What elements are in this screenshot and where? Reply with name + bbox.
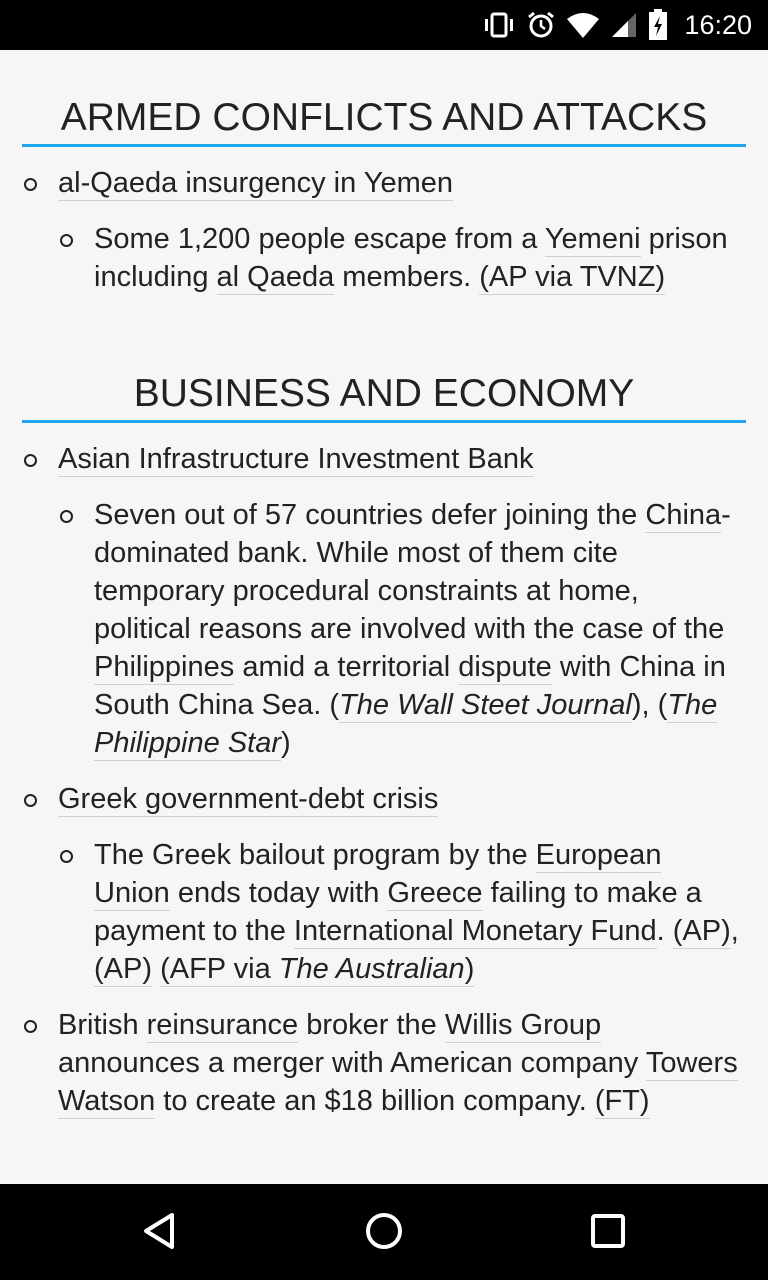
section-heading-business-economy: BUSINESS AND ECONOMY	[22, 372, 746, 423]
item-text: )	[281, 727, 291, 759]
vibrate-icon	[482, 11, 516, 39]
item-text: ends today with	[169, 877, 388, 909]
link-philippines[interactable]: Philippines	[94, 651, 235, 685]
source-link-ap-via-tvnz[interactable]: (AP via TVNZ)	[479, 261, 666, 295]
topic-link-al-qaeda-insurgency[interactable]: al-Qaeda insurgency in Yemen	[58, 167, 453, 201]
item-text: amid a territorial	[234, 651, 459, 683]
list-item: British reinsurance broker the Willis Gr…	[58, 1006, 738, 1120]
source-text: )	[464, 953, 475, 985]
item-text: broker the	[298, 1009, 445, 1041]
link-reinsurance[interactable]: reinsurance	[146, 1009, 299, 1043]
bullet-icon	[60, 234, 73, 247]
item-text: Seven out of 57 countries defer joining …	[94, 499, 646, 531]
source-link-ft[interactable]: (FT)	[594, 1085, 650, 1119]
bullet-icon	[24, 794, 37, 807]
link-greece[interactable]: Greece	[387, 877, 483, 911]
list-item: Greek government-debt crisis	[58, 780, 738, 818]
battery-charging-icon	[648, 9, 668, 41]
list-item: The Greek bailout program by the Europea…	[94, 836, 744, 988]
recents-icon	[590, 1213, 626, 1254]
signal-icon	[610, 11, 638, 39]
recents-button[interactable]	[578, 1208, 638, 1258]
home-icon	[364, 1211, 404, 1256]
item-text: ), (	[631, 689, 668, 721]
topic-link-greek-debt-crisis[interactable]: Greek government-debt crisis	[58, 783, 439, 817]
topic-link-aiib[interactable]: Asian Infrastructure Investment Bank	[58, 443, 534, 477]
link-territorial-dispute[interactable]: dispute	[458, 651, 552, 685]
link-yemeni[interactable]: Yemeni	[544, 223, 641, 257]
section-heading-armed-conflicts: ARMED CONFLICTS AND ATTACKS	[22, 96, 746, 147]
source-link-wsj[interactable]: The Wall Steet Journal	[339, 689, 632, 723]
list-item: Some 1,200 people escape from a Yemeni p…	[94, 220, 734, 296]
link-china[interactable]: China	[645, 499, 722, 533]
item-text: British	[58, 1009, 147, 1041]
source-text: (AFP via	[160, 953, 279, 985]
source-link-ap-1[interactable]: (AP)	[672, 915, 731, 949]
bullet-icon	[60, 510, 73, 523]
item-text: to create an $18 billion company.	[155, 1085, 595, 1117]
source-title: The Australian	[278, 953, 465, 985]
source-link-ap-2[interactable]: (AP)	[94, 953, 152, 987]
bullet-icon	[24, 454, 37, 467]
item-text: members.	[334, 261, 480, 293]
item-text: The Greek bailout program by the	[94, 839, 536, 871]
link-al-qaeda[interactable]: al Qaeda	[216, 261, 335, 295]
status-time: 16:20	[684, 9, 752, 40]
bullet-icon	[60, 850, 73, 863]
item-text: ,	[730, 915, 739, 947]
link-willis-group[interactable]: Willis Group	[444, 1009, 602, 1043]
list-item: Seven out of 57 countries defer joining …	[94, 496, 734, 762]
back-button[interactable]	[130, 1208, 190, 1258]
list-item: al-Qaeda insurgency in Yemen	[58, 164, 738, 202]
item-text: Some 1,200 people escape from a	[94, 223, 545, 255]
home-button[interactable]	[354, 1208, 414, 1258]
item-text	[152, 953, 160, 985]
list-item: Asian Infrastructure Investment Bank	[58, 440, 738, 478]
status-bar: 16:20	[0, 0, 768, 50]
alarm-icon	[526, 10, 556, 40]
item-text: announces a merger with American company	[58, 1047, 646, 1079]
source-link-afp-via-australian[interactable]: (AFP via The Australian)	[160, 953, 475, 987]
bullet-icon	[24, 1020, 37, 1033]
wifi-icon	[566, 11, 600, 39]
back-icon	[140, 1211, 180, 1256]
bullet-icon	[24, 178, 37, 191]
source-title: The Wall Steet Journal	[339, 689, 632, 721]
link-imf[interactable]: International Monetary Fund	[293, 915, 657, 949]
navigation-bar	[0, 1184, 768, 1280]
item-text: .	[656, 915, 673, 947]
article-content: ARMED CONFLICTS AND ATTACKS al-Qaeda ins…	[0, 50, 768, 1184]
